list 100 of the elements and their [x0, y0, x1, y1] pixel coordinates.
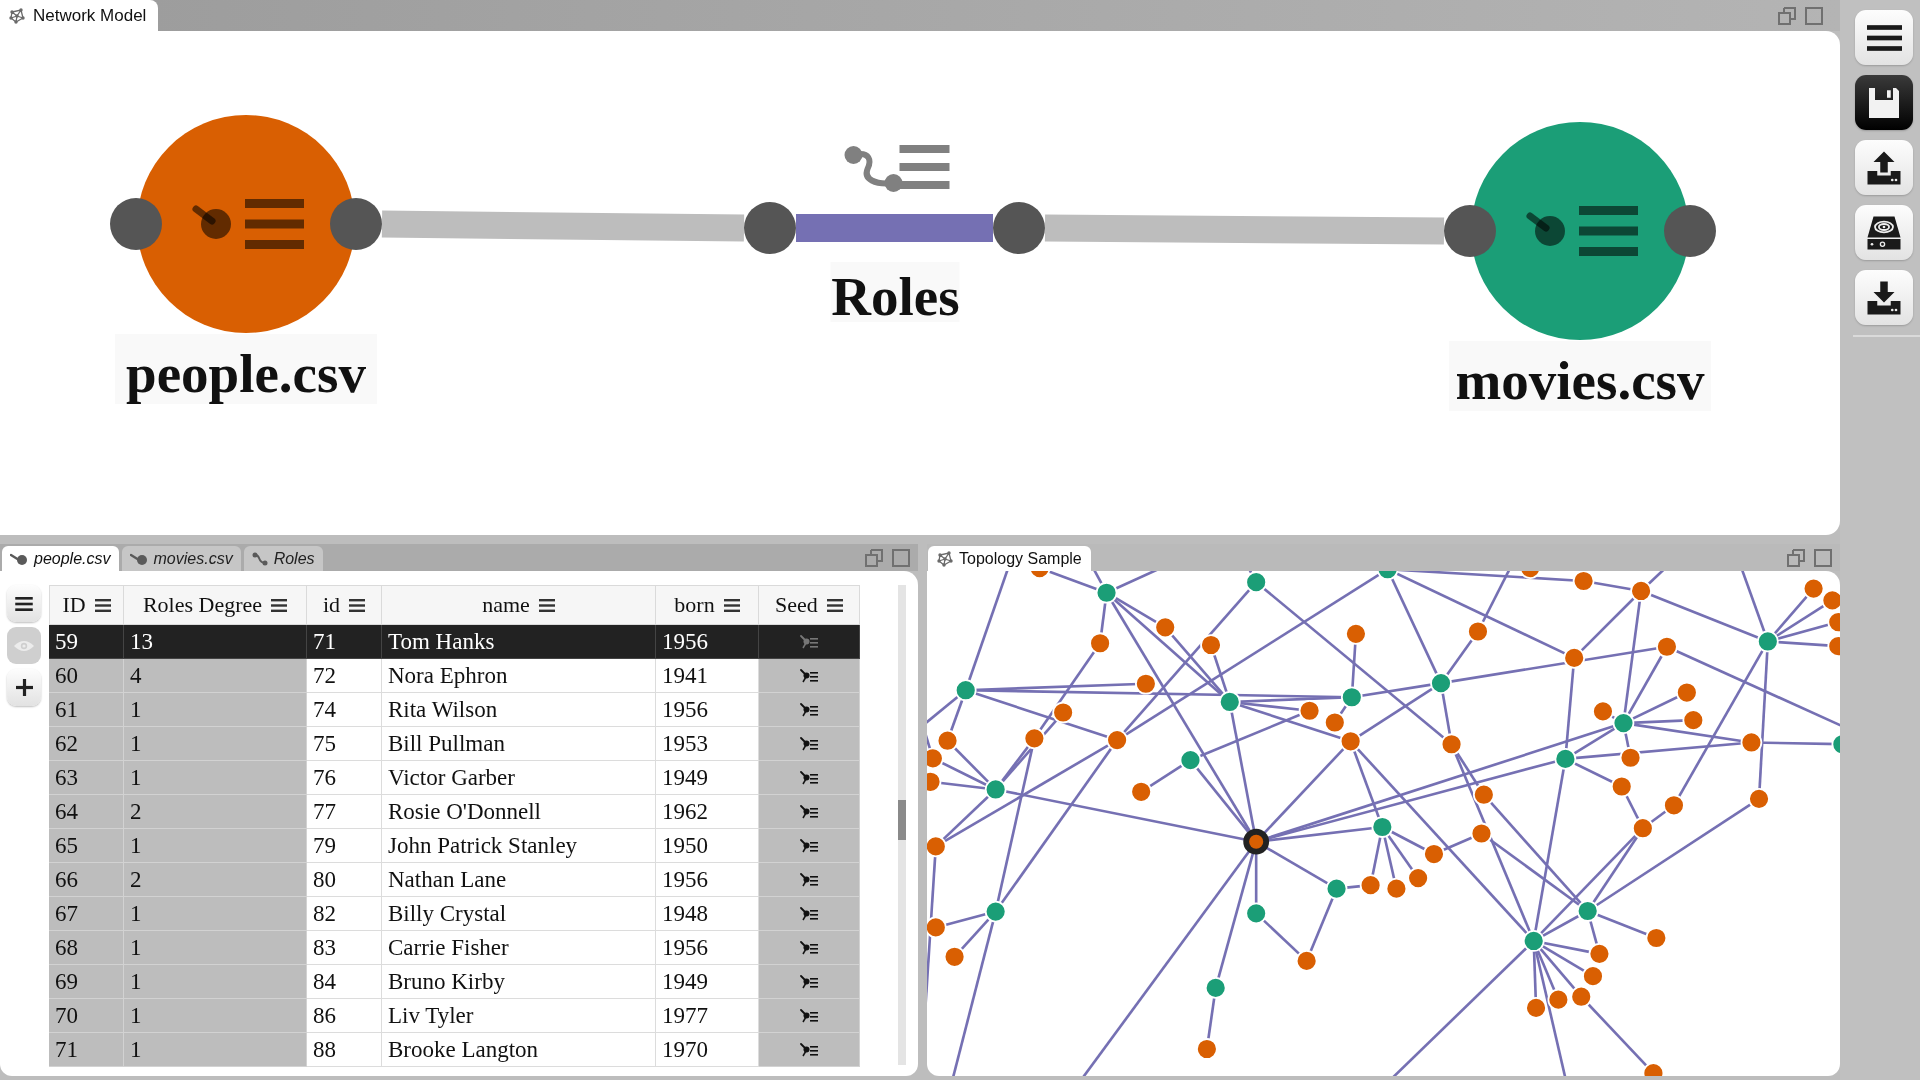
drive-button[interactable]	[1855, 205, 1913, 260]
pin-icon	[129, 552, 148, 565]
table-row[interactable]: 68 1 83 Carrie Fisher 1956	[49, 931, 860, 965]
pin-list-icon	[800, 974, 818, 989]
table-cell: 1	[124, 897, 307, 931]
table-row[interactable]: 71 1 88 Brooke Langton 1970	[49, 1033, 860, 1067]
download-button[interactable]	[1855, 270, 1913, 325]
pin-list-icon	[192, 199, 304, 249]
path-icon	[251, 551, 268, 566]
table-row[interactable]: 70 1 86 Liv Tyler 1977	[49, 999, 860, 1033]
pin-list-icon	[800, 1042, 818, 1057]
column-title: Seed	[775, 592, 818, 618]
table-row[interactable]: 61 1 74 Rita Wilson 1956	[49, 693, 860, 727]
table-row[interactable]: 66 2 80 Nathan Lane 1956	[49, 863, 860, 897]
menu-icon	[1866, 24, 1902, 51]
table-cell: 1	[124, 761, 307, 795]
menu-icon[interactable]	[349, 598, 366, 612]
port-handle[interactable]	[110, 198, 162, 250]
maximize-icon[interactable]	[1814, 548, 1832, 567]
column-title: ID	[62, 592, 86, 618]
add-button[interactable]	[7, 669, 41, 706]
table-cell: 64	[49, 795, 124, 829]
table-cell: 1	[124, 829, 307, 863]
panel-tab[interactable]: Topology Sample	[928, 546, 1091, 571]
table-cell: 60	[49, 659, 124, 693]
table-cell: 2	[124, 863, 307, 897]
table-cell: 1	[124, 727, 307, 761]
menu-icon[interactable]	[538, 598, 555, 612]
pin-list-icon	[800, 634, 818, 649]
table-cell: 61	[49, 693, 124, 727]
table-row[interactable]: 64 2 77 Rosie O'Donnell 1962	[49, 795, 860, 829]
save-button[interactable]	[1855, 75, 1913, 130]
pin-list-icon	[800, 906, 818, 921]
panel-tab[interactable]: movies.csv	[121, 546, 241, 571]
table-cell: 70	[49, 999, 124, 1033]
table-row[interactable]: 69 1 84 Bruno Kirby 1949	[49, 965, 860, 999]
table-cell: 62	[49, 727, 124, 761]
column-title: born	[674, 592, 715, 618]
pin-list-icon	[800, 804, 818, 819]
table-row[interactable]: 62 1 75 Bill Pullman 1953	[49, 727, 860, 761]
port-handle[interactable]	[744, 202, 796, 254]
restore-icon[interactable]	[1787, 548, 1805, 567]
table-cell: 1	[124, 693, 307, 727]
column-title: Roles Degree	[142, 592, 263, 618]
network-icon	[937, 550, 953, 567]
scrollbar-track[interactable]	[898, 585, 906, 1065]
network-icon	[9, 7, 25, 24]
pin-list-icon	[800, 1008, 818, 1023]
plus-icon	[15, 679, 33, 696]
scrollbar-thumb[interactable]	[898, 800, 906, 840]
table-cell: 1	[124, 999, 307, 1033]
path-list-icon	[844, 145, 950, 192]
upload-icon	[1866, 149, 1902, 186]
port-handle[interactable]	[1664, 205, 1716, 257]
port-handle[interactable]	[1444, 205, 1496, 257]
port-handle[interactable]	[993, 202, 1045, 254]
table-cell: 1	[124, 965, 307, 999]
table-row[interactable]: 59 13 71 Tom Hanks 1956	[49, 625, 860, 659]
pin-list-icon	[800, 940, 818, 955]
table-cell: 68	[49, 931, 124, 965]
table-row[interactable]: 67 1 82 Billy Crystal 1948	[49, 897, 860, 931]
pin-list-icon	[800, 702, 818, 717]
port-handle[interactable]	[330, 198, 382, 250]
table-cell: Brooke Langton	[382, 1033, 656, 1067]
table-cell: 69	[49, 965, 124, 999]
table-cell: 1	[124, 1033, 307, 1067]
eye-icon	[14, 638, 34, 653]
download-icon	[1866, 279, 1902, 316]
column-title: id	[322, 592, 341, 618]
upload-button[interactable]	[1855, 140, 1913, 195]
menu-icon[interactable]	[826, 598, 843, 612]
menu-icon[interactable]	[723, 598, 740, 612]
menu-icon[interactable]	[271, 598, 288, 612]
menu-button[interactable]	[1855, 10, 1913, 65]
hard-drive-icon	[1866, 214, 1902, 251]
panel-tab[interactable]: Roles	[243, 546, 323, 571]
table-cell: 2	[124, 795, 307, 829]
table-cell: 67	[49, 897, 124, 931]
menu-icon[interactable]	[94, 598, 111, 612]
table-row[interactable]: 60 4 72 Nora Ephron 1941	[49, 659, 860, 693]
pin-list-icon	[800, 736, 818, 751]
pin-list-icon	[800, 872, 818, 887]
pin-list-icon	[800, 838, 818, 853]
table-cell: 71	[49, 1033, 124, 1067]
menu-icon	[14, 596, 34, 611]
table-cell: 1	[124, 931, 307, 965]
table-row[interactable]: 65 1 79 John Patrick Stanley 1950	[49, 829, 860, 863]
table-cell: 63	[49, 761, 124, 795]
pin-list-icon	[800, 770, 818, 785]
table-cell: 4	[124, 659, 307, 693]
table-row[interactable]: 63 1 76 Victor Garber 1949	[49, 761, 860, 795]
pin-list-icon	[1526, 206, 1638, 256]
panel-tab[interactable]: Network Model	[0, 0, 159, 31]
pin-icon	[10, 552, 28, 565]
table-cell: 66	[49, 863, 124, 897]
pin-list-icon	[800, 668, 818, 683]
panel-tab[interactable]: people.csv	[2, 546, 119, 571]
column-title: name	[482, 592, 530, 618]
menu-button[interactable]	[7, 585, 41, 622]
table-cell: 65	[49, 829, 124, 863]
